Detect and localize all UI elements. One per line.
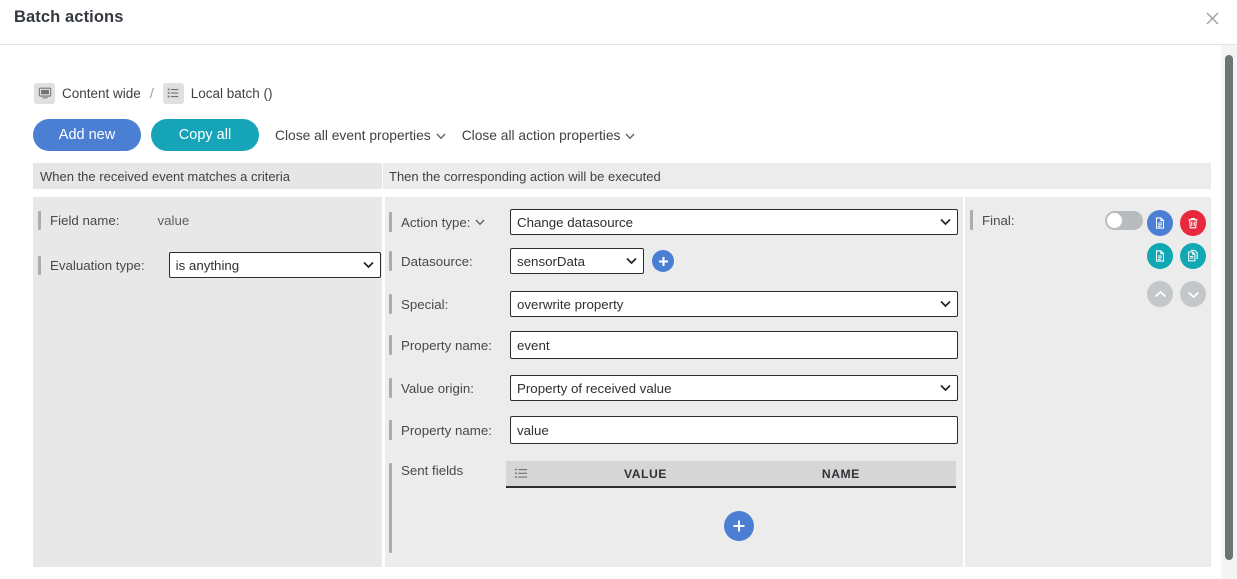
list-icon [162,82,184,104]
label-accent-bar [970,210,973,230]
final-toggle[interactable] [1105,210,1143,230]
field-name-row: Field name: value [38,211,189,230]
final-toggle-knob [1107,212,1122,228]
action-icon-buttons-row-3 [1147,281,1206,307]
chevron-down-icon[interactable] [475,213,485,231]
close-all-event-properties-label: Close all event properties [275,127,431,143]
add-sent-field-button[interactable] [724,511,754,541]
move-down-button[interactable] [1180,281,1206,307]
breadcrumb-item-local-batch[interactable]: Local batch () [191,86,273,101]
event-panel: Field name: value Evaluation type: is an… [33,197,382,567]
dialog-titlebar: Batch actions [0,0,1237,45]
breadcrumb-item-content-wide[interactable]: Content wide [62,86,141,101]
label-accent-bar [389,378,392,398]
batch-actions-dialog: Batch actions Content wide / Local batch… [0,0,1237,579]
page-title: Batch actions [14,8,124,26]
action-column-header: Then the corresponding action will be ex… [383,163,1211,189]
label-accent-bar [389,212,392,232]
add-new-button[interactable]: Add new [33,119,141,151]
action-panel: Action type: Change datasource Datasourc… [385,197,963,567]
action-icon-buttons-row-2 [1147,243,1206,269]
sent-fields-row: Sent fields [389,463,463,553]
add-datasource-button[interactable] [652,250,674,272]
evaluation-type-row: Evaluation type: is anything [38,252,381,278]
copy-all-button[interactable]: Copy all [151,119,259,151]
value-origin-select[interactable]: Property of received value [510,375,958,401]
breadcrumb-separator: / [149,85,154,101]
label-accent-bar [389,335,392,355]
final-label: Final: [982,212,1015,228]
value-origin-label: Value origin: [401,380,474,396]
property-name-1-row: Property name: [389,331,958,359]
evaluation-type-select[interactable]: is anything [168,252,381,278]
special-select[interactable]: overwrite property [510,291,958,317]
action-type-label: Action type: [401,214,471,230]
close-all-event-properties-dropdown[interactable]: Close all event properties [275,128,446,143]
paste-action-button[interactable] [1147,243,1173,269]
final-panel: Final: [965,197,1211,567]
datasource-row: Datasource: sensorData [389,248,674,274]
value-origin-row: Value origin: Property of received value [389,375,958,401]
close-all-action-properties-dropdown[interactable]: Close all action properties [462,128,636,143]
move-up-button[interactable] [1147,281,1173,307]
monitor-icon [34,82,55,104]
action-type-select[interactable]: Change datasource [510,209,958,235]
field-name-value: value [157,213,190,228]
property-name-1-input[interactable] [510,331,958,359]
vertical-scrollbar-thumb[interactable] [1225,55,1233,560]
special-row: Special: overwrite property [389,291,958,317]
evaluation-type-label: Evaluation type: [50,257,145,273]
duplicate-action-button[interactable] [1180,243,1206,269]
action-icon-buttons-row-1 [1147,210,1206,236]
list-icon[interactable] [514,466,529,481]
sent-fields-column-value: VALUE [624,466,667,481]
chevron-down-icon [436,128,446,143]
label-accent-bar [389,251,392,271]
property-name-2-input[interactable] [510,416,958,444]
property-name-2-label: Property name: [401,422,492,438]
close-icon[interactable] [1201,7,1223,29]
label-accent-bar [389,420,392,440]
label-accent-bar [38,255,41,275]
special-label: Special: [401,296,449,312]
property-name-2-row: Property name: [389,416,958,444]
sent-fields-label: Sent fields [401,463,464,478]
label-accent-bar [38,211,41,230]
label-accent-bar [389,294,392,314]
sent-fields-table-header: VALUE NAME [506,461,956,488]
event-column-header: When the received event matches a criter… [33,163,382,189]
datasource-label: Datasource: [401,253,473,269]
copy-action-button[interactable] [1147,210,1173,236]
delete-action-button[interactable] [1180,210,1206,236]
toolbar: Add new Copy all Close all event propert… [33,119,635,151]
breadcrumb: Content wide / Local batch () [34,80,273,106]
add-sent-field-button-wrap [716,511,754,541]
final-row: Final: [970,210,1143,230]
action-type-row: Action type: Change datasource [389,209,958,235]
property-name-1-label: Property name: [401,337,492,353]
field-name-label: Field name: [50,213,120,228]
sent-fields-column-name: NAME [821,466,860,481]
datasource-select[interactable]: sensorData [510,248,644,274]
label-accent-bar [389,463,392,553]
close-all-action-properties-label: Close all action properties [461,127,621,143]
chevron-down-icon [625,128,635,143]
